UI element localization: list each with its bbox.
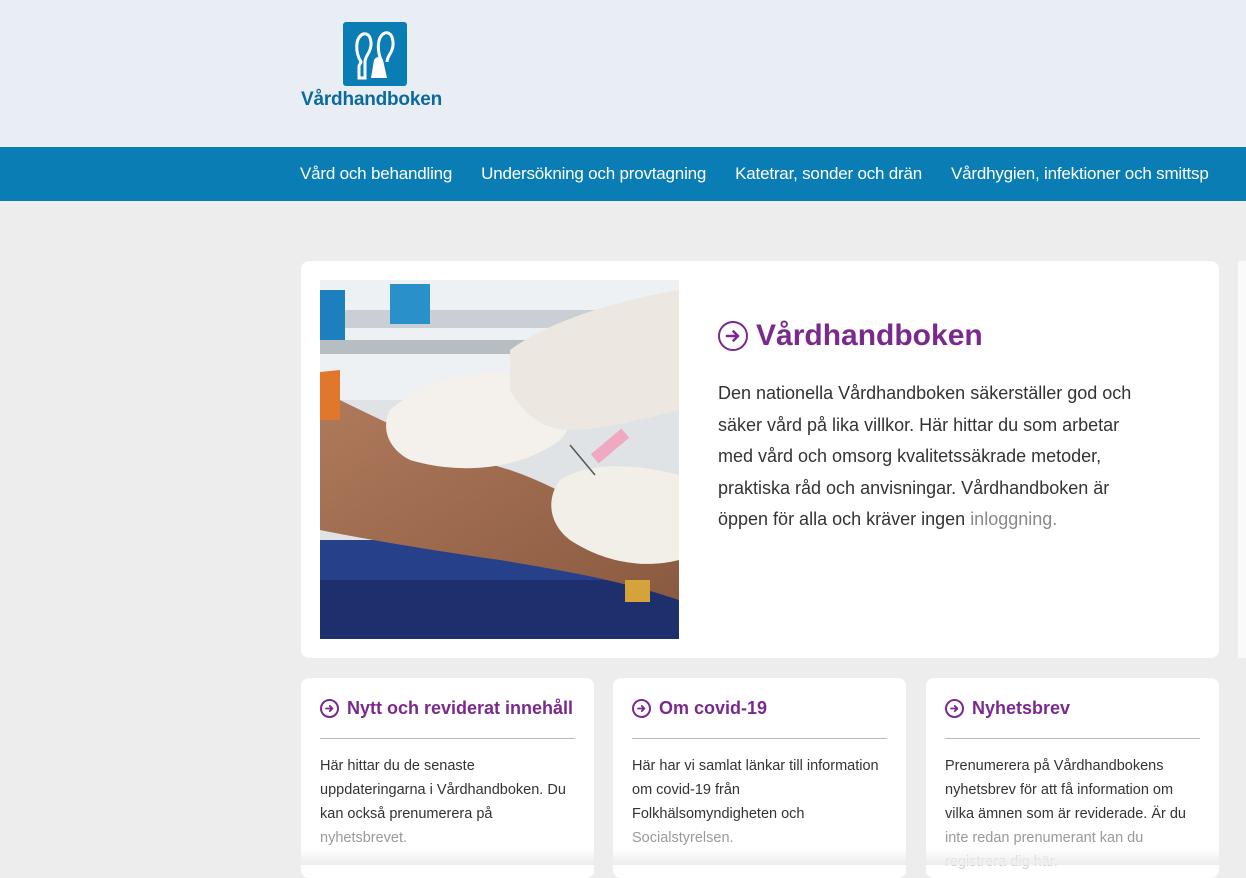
card-title-link[interactable]: Om covid-19 (632, 698, 887, 719)
card-description-fade: nyhetsbrevet. (320, 830, 408, 846)
card-title-link[interactable]: Nytt och reviderat innehåll (320, 698, 575, 719)
nav-item-katetrar-sonder-och-dran[interactable]: Katetrar, sonder och drän (735, 147, 922, 201)
hero-title-text: Vårdhandboken (756, 319, 983, 352)
site-header: Vårdhandboken (0, 0, 1246, 147)
card-title-text: Om covid-19 (659, 698, 768, 718)
card-description: Här har vi samlat länkar till informatio… (632, 754, 887, 850)
card-title-text: Nyhetsbrev (972, 698, 1071, 718)
card-divider (632, 738, 887, 739)
card-description-main: Prenumerera på Vårdhandbokens nyhetsbrev… (945, 758, 1186, 822)
card-title-link[interactable]: Nyhetsbrev (945, 698, 1200, 719)
logo-mark-icon (343, 22, 407, 86)
blood-sample-photo (320, 280, 679, 639)
next-card-edge (1238, 261, 1246, 658)
arrow-right-icon (945, 699, 964, 718)
hero-description: Den nationella Vårdhandboken säkerställe… (718, 378, 1158, 536)
card-divider (945, 738, 1200, 739)
nav-item-vardhygien[interactable]: Vårdhygien, infektioner och smittsp (951, 147, 1209, 201)
arrow-right-icon (632, 699, 651, 718)
logo-text: Vårdhandboken (301, 89, 442, 110)
hero-title-link[interactable]: Vårdhandboken (718, 319, 983, 353)
nav-item-vard-och-behandling[interactable]: Vård och behandling (300, 147, 452, 201)
card-description-fade: inte redan prenumerant kan du (945, 830, 1144, 846)
main-navigation: Vård och behandling Undersökning och pro… (0, 147, 1246, 201)
bottom-fade (0, 848, 1246, 865)
card-description-main: Här hittar du de senaste uppdateringarna… (320, 758, 566, 822)
hero-image (320, 280, 679, 639)
card-description-main: Här har vi samlat länkar till informatio… (632, 758, 879, 822)
card-title-text: Nytt och reviderat innehåll (347, 698, 574, 718)
hero-description-main: Den nationella Vårdhandboken säkerställe… (718, 383, 1132, 529)
card-description-fade: Socialstyrelsen. (632, 830, 734, 846)
arrow-right-icon (718, 321, 748, 351)
hero-card: Vårdhandboken Den nationella Vårdhandbok… (301, 261, 1219, 658)
arrow-right-icon (320, 699, 339, 718)
nav-list: Vård och behandling Undersökning och pro… (300, 147, 1238, 201)
nav-item-undersokning-och-provtagning[interactable]: Undersökning och provtagning (481, 147, 706, 201)
hero-description-fade: inloggning. (970, 509, 1058, 529)
site-logo[interactable]: Vårdhandboken (301, 22, 451, 122)
card-description: Här hittar du de senaste uppdateringarna… (320, 754, 575, 850)
card-divider (320, 738, 575, 739)
